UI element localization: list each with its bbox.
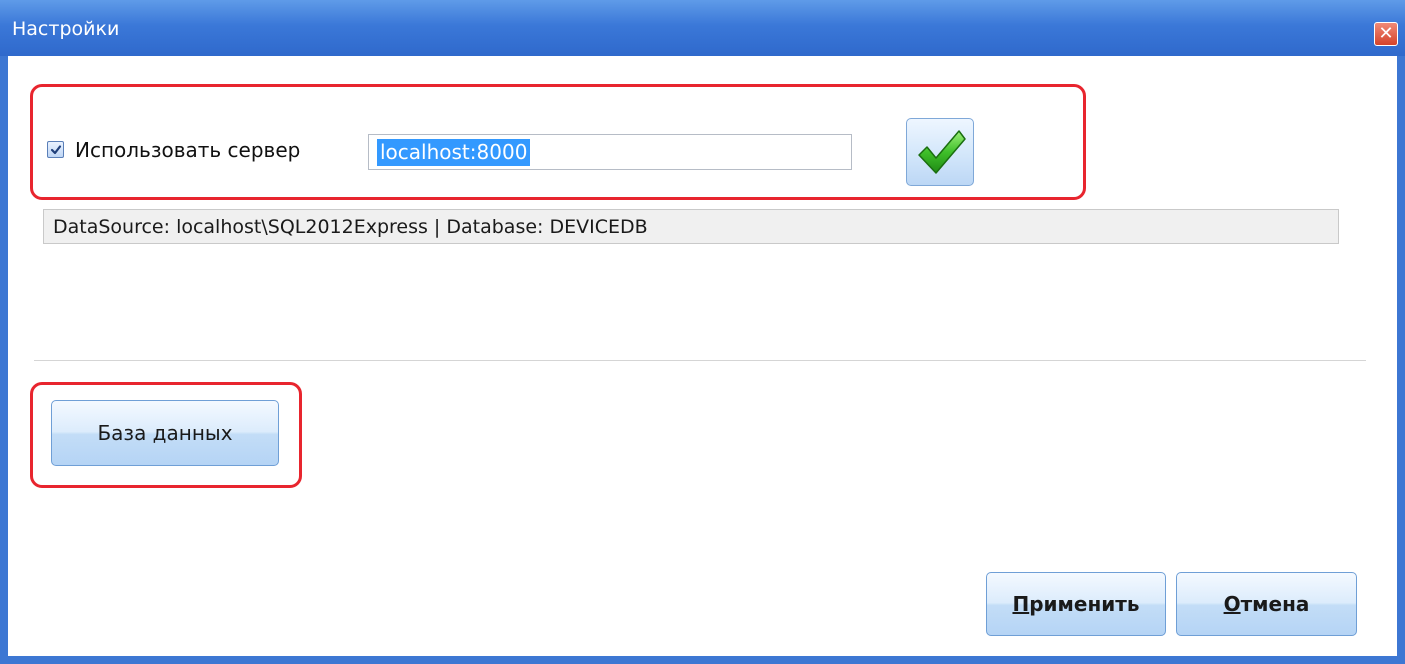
close-icon[interactable]: ✕: [1374, 22, 1398, 46]
database-button[interactable]: База данных: [51, 400, 279, 466]
server-address-input[interactable]: localhost:8000: [368, 134, 852, 170]
confirm-server-button[interactable]: [906, 118, 974, 186]
window-title: Настройки: [12, 18, 120, 40]
title-bar[interactable]: Настройки ✕: [0, 0, 1405, 56]
datasource-info-bar: DataSource: localhost\SQL2012Express | D…: [43, 209, 1339, 244]
apply-label-rest: рименить: [1029, 592, 1140, 616]
server-address-value: localhost:8000: [377, 139, 531, 166]
use-server-checkbox[interactable]: [47, 141, 64, 158]
green-checkmark-icon: [918, 130, 966, 174]
cancel-label-rest: тмена: [1240, 592, 1310, 616]
apply-accesskey: П: [1012, 592, 1030, 616]
cancel-button[interactable]: Отмена: [1176, 572, 1357, 636]
use-server-label: Использовать сервер: [75, 138, 301, 162]
apply-button[interactable]: Применить: [986, 572, 1166, 636]
cancel-accesskey: О: [1223, 592, 1241, 616]
checkbox-check-icon: [50, 145, 62, 155]
separator-line: [34, 360, 1366, 362]
datasource-text: DataSource: localhost\SQL2012Express | D…: [53, 216, 648, 238]
